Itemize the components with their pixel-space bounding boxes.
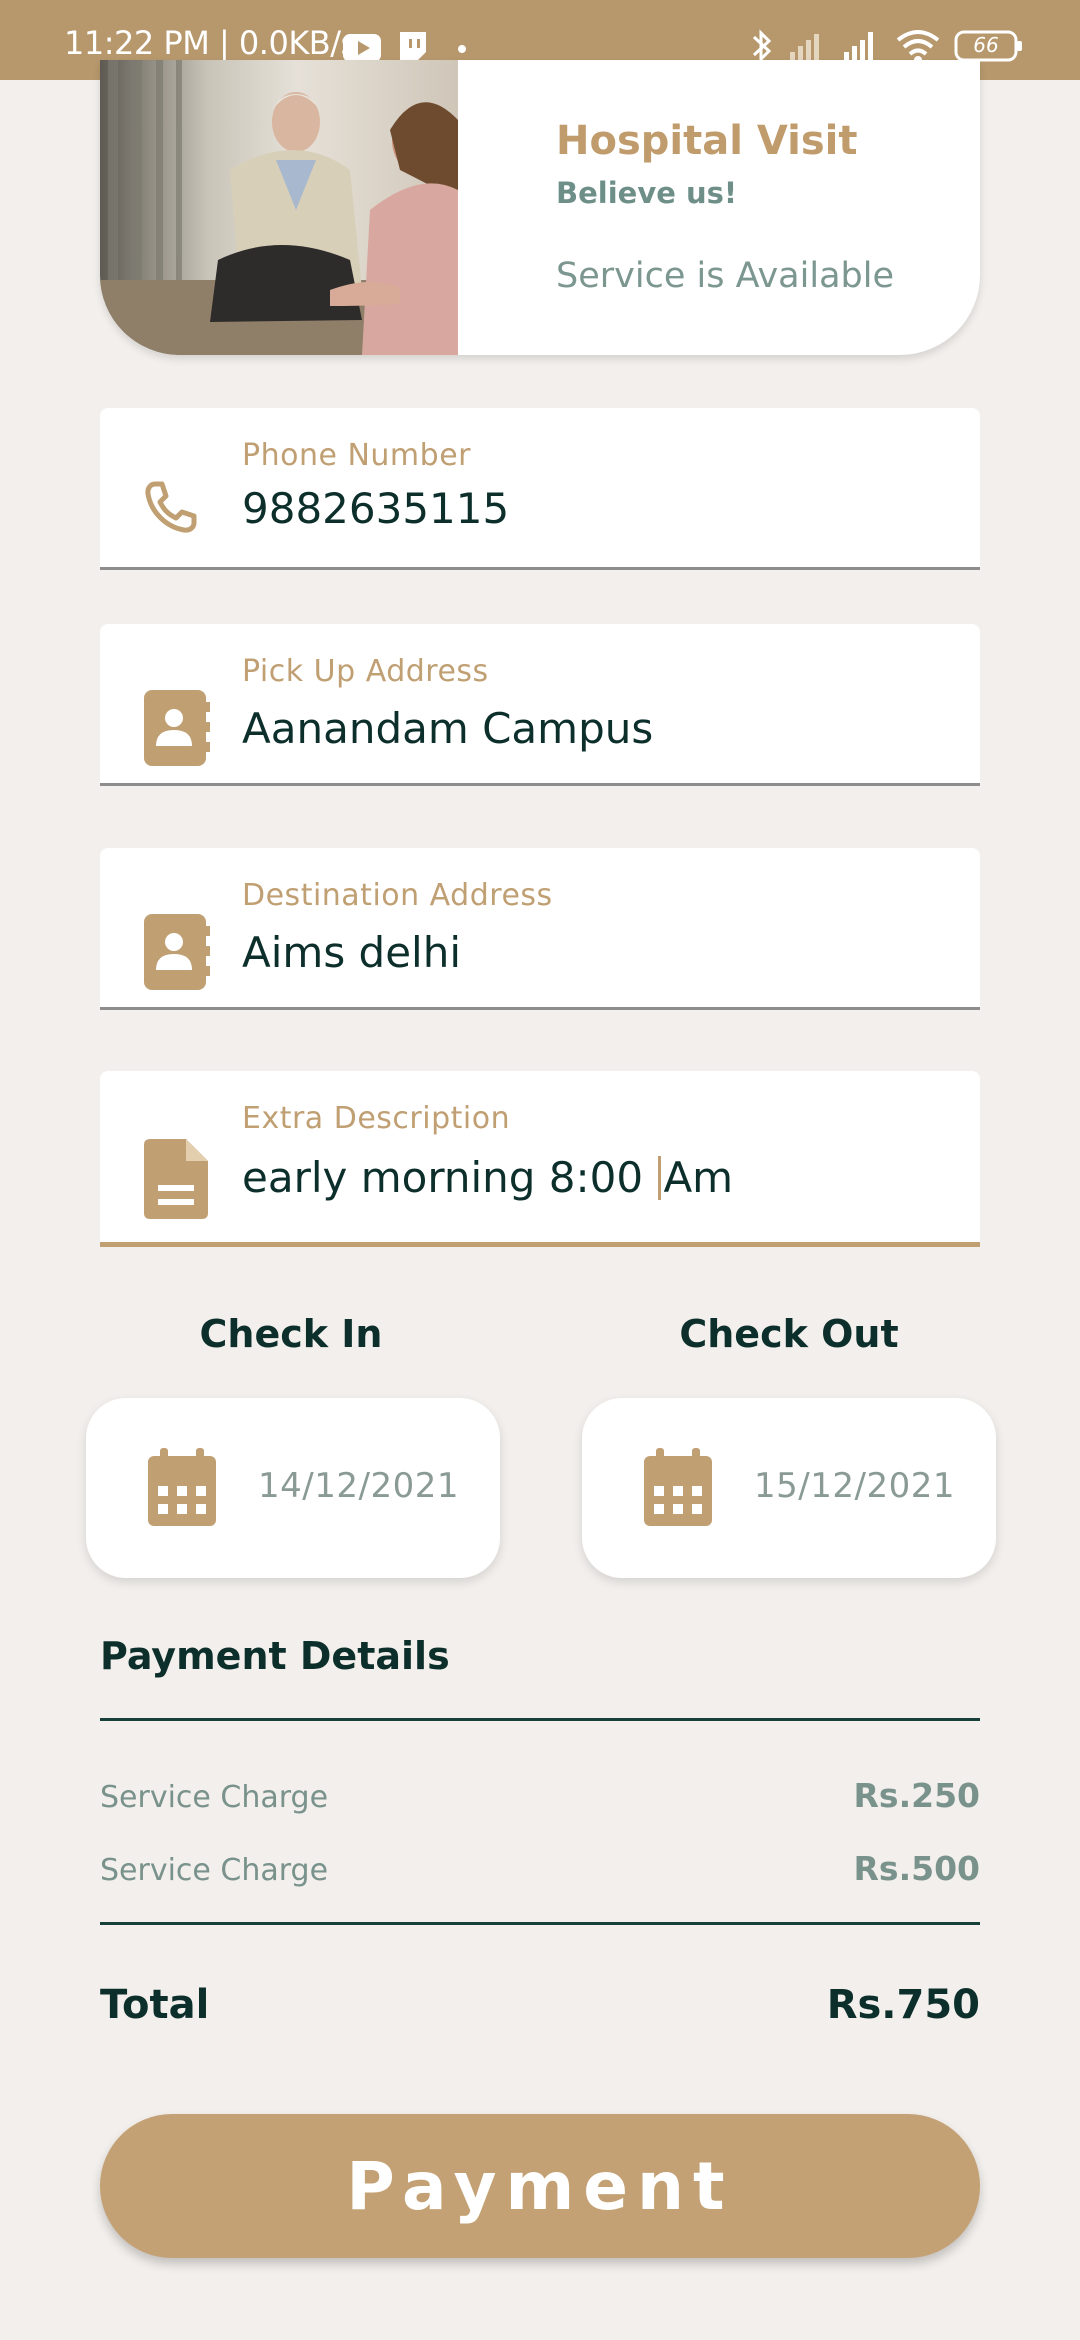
service-subtitle: Believe us! xyxy=(556,176,738,210)
destination-address-input[interactable]: Aims delhi xyxy=(242,928,942,977)
notification-dot-icon xyxy=(458,45,466,53)
check-in-label: Check In xyxy=(199,1312,383,1356)
extra-description-label: Extra Description xyxy=(242,1101,511,1136)
divider xyxy=(100,1718,980,1721)
divider xyxy=(100,1922,980,1925)
charge-label: Service Charge xyxy=(100,1853,329,1888)
extra-description-text: early morning 8:00 xyxy=(242,1153,657,1202)
document-icon xyxy=(142,1137,210,1225)
service-availability: Service is Available xyxy=(556,256,894,296)
check-out-label: Check Out xyxy=(679,1312,899,1356)
phone-number-input[interactable]: 9882635115 xyxy=(242,484,942,533)
payment-details-title: Payment Details xyxy=(100,1634,450,1678)
total-label: Total xyxy=(100,1982,210,2028)
charge-label: Service Charge xyxy=(100,1780,329,1815)
phone-icon xyxy=(142,480,198,540)
pickup-address-field[interactable]: Pick Up Address Aanandam Campus xyxy=(100,624,980,786)
charge-amount: Rs.250 xyxy=(853,1776,980,1815)
check-in-date-picker[interactable]: 14/12/2021 xyxy=(86,1398,500,1578)
pickup-address-label: Pick Up Address xyxy=(242,654,489,689)
destination-address-field[interactable]: Destination Address Aims delhi xyxy=(100,848,980,1010)
check-in-date: 14/12/2021 xyxy=(258,1466,459,1506)
check-out-date-picker[interactable]: 15/12/2021 xyxy=(582,1398,996,1578)
extra-description-text-after: Am xyxy=(663,1153,734,1202)
charge-amount: Rs.500 xyxy=(853,1849,980,1888)
extra-description-input[interactable]: early morning 8:00 Am xyxy=(242,1153,942,1202)
destination-address-label: Destination Address xyxy=(242,878,553,913)
total-amount: Rs.750 xyxy=(826,1982,980,2028)
contact-book-icon xyxy=(142,912,210,996)
youtube-icon xyxy=(343,34,381,62)
calendar-icon xyxy=(146,1448,218,1532)
check-out-date: 15/12/2021 xyxy=(754,1466,955,1506)
status-time: 11:22 PM | 0.0KB/s xyxy=(64,24,357,62)
text-caret xyxy=(658,1156,662,1200)
battery-level: 66 xyxy=(973,33,999,57)
hospital-visit-photo xyxy=(100,60,458,355)
contact-book-icon xyxy=(142,688,210,772)
service-card[interactable]: Hospital Visit Believe us! Service is Av… xyxy=(100,60,980,355)
payment-button[interactable]: Payment xyxy=(100,2114,980,2258)
calendar-icon xyxy=(642,1448,714,1532)
service-title: Hospital Visit xyxy=(556,118,858,164)
pickup-address-input[interactable]: Aanandam Campus xyxy=(242,704,942,753)
phone-number-field[interactable]: Phone Number 9882635115 xyxy=(100,408,980,570)
phone-number-label: Phone Number xyxy=(242,438,471,473)
extra-description-field[interactable]: Extra Description early morning 8:00 Am xyxy=(100,1071,980,1247)
